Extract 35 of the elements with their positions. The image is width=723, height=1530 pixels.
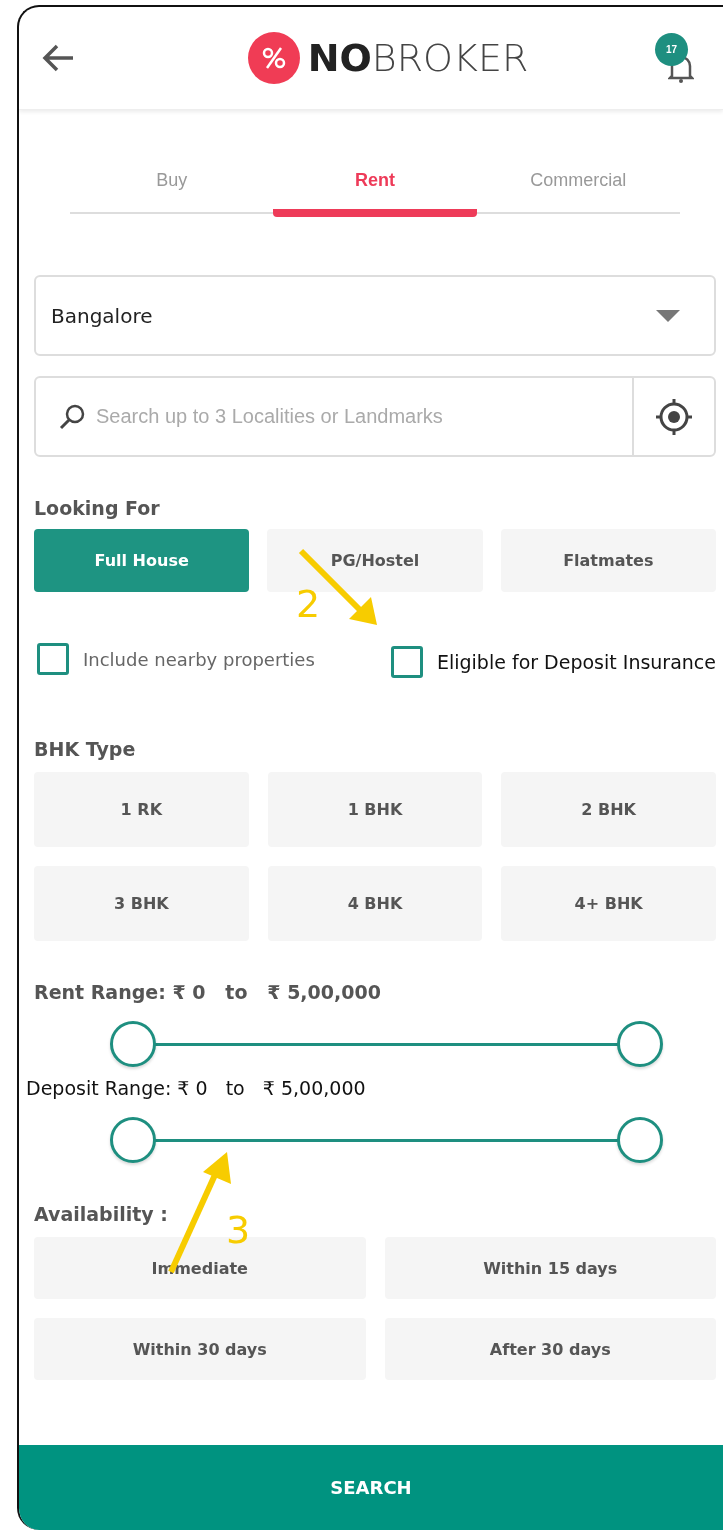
slider-handle[interactable]: [110, 1021, 156, 1067]
section-title: Looking For: [34, 497, 160, 519]
range-label: Deposit Range: ₹ 0 to ₹ 5,00,000: [26, 1077, 367, 1099]
looking-for-option[interactable]: Full House: [34, 529, 250, 592]
notification-badge: 17: [655, 33, 688, 66]
section-title: BHK Type: [34, 738, 136, 760]
range-label: Rent Range: ₹ 0 to ₹ 5,00,000: [34, 981, 382, 1003]
slider-handle[interactable]: [617, 1117, 663, 1163]
tab[interactable]: Rent: [273, 162, 477, 217]
checkbox-label: Eligible for Deposit Insurance: [436, 651, 716, 673]
back-icon[interactable]: [41, 43, 75, 73]
search-icon: [58, 402, 86, 431]
dropdown-caret-icon: [656, 309, 680, 322]
checkbox-label: Include nearby properties: [83, 648, 315, 670]
slider-handle[interactable]: [617, 1021, 663, 1067]
bhk-option[interactable]: 1 RK: [34, 772, 249, 847]
section-title: Availability :: [34, 1203, 168, 1225]
bhk-option[interactable]: 3 BHK: [34, 866, 249, 941]
search-button[interactable]: SEARCH: [19, 1445, 723, 1530]
bhk-option[interactable]: 4+ BHK: [501, 866, 716, 941]
city-dropdown[interactable]: Bangalore: [34, 275, 716, 356]
logo-text: NOBROKER: [307, 36, 529, 80]
slider-handle[interactable]: [110, 1117, 156, 1163]
checkbox[interactable]: [37, 643, 69, 675]
availability-option[interactable]: Within 30 days: [34, 1318, 366, 1380]
availability-option[interactable]: Within 15 days: [384, 1237, 716, 1299]
bhk-option[interactable]: 4 BHK: [267, 866, 483, 941]
checkbox[interactable]: [390, 646, 423, 678]
search-bar[interactable]: Search up to 3 Localities or Landmarks: [34, 376, 716, 457]
logo-icon: [247, 32, 300, 84]
bhk-option[interactable]: 1 BHK: [267, 772, 483, 847]
availability-option[interactable]: After 30 days: [384, 1318, 716, 1380]
looking-for-option[interactable]: Flatmates: [500, 529, 716, 592]
locate-icon[interactable]: [654, 396, 694, 437]
bhk-option[interactable]: 2 BHK: [501, 772, 716, 847]
